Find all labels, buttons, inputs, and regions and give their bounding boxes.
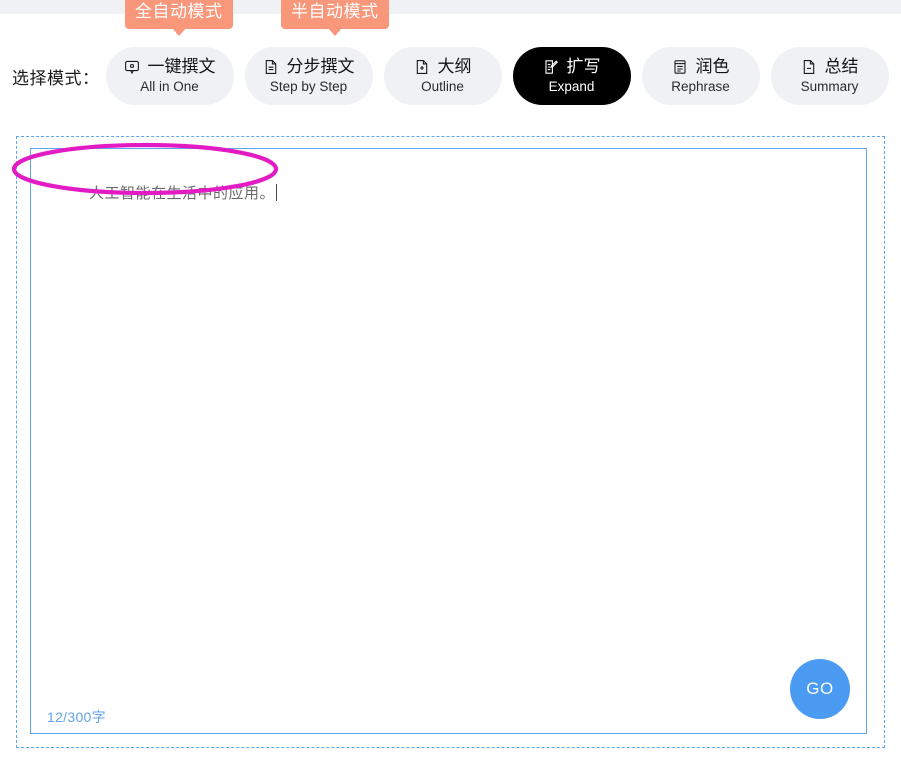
prompt-textarea-value-row: 人工智能在生活中的应用。	[61, 161, 278, 227]
mode-button-outline[interactable]: 大纲 Outline	[383, 47, 502, 105]
mode-button-en-label: Rephrase	[671, 79, 730, 94]
document-minus-icon	[801, 59, 817, 75]
mode-button-line1: 润色	[672, 57, 730, 77]
mode-button-en-label: Expand	[548, 79, 595, 94]
badge-pointer-triangle-icon	[171, 28, 186, 36]
mode-button-zh-label: 总结	[824, 57, 859, 76]
mode-button-zh-label: 润色	[695, 57, 730, 76]
go-button[interactable]: GO	[790, 659, 850, 719]
mode-button-en-label: All in One	[140, 79, 199, 94]
prompt-textarea-value: 人工智能在生活中的应用。	[89, 185, 276, 202]
document-list-icon	[672, 59, 688, 75]
prompt-textarea[interactable]: 人工智能在生活中的应用。 12/300字 GO	[30, 148, 867, 734]
mode-selector-row: 选择模式： 一键撰文 All in One 分步撰文 Step by Step …	[0, 44, 901, 108]
mode-button-en-label: Summary	[800, 79, 859, 94]
mode-button-zh-label: 大纲	[437, 57, 472, 76]
mode-button-line1: 一键撰文	[124, 57, 216, 77]
mode-button-zh-label: 一键撰文	[147, 57, 216, 76]
mode-button-en-label: Outline	[421, 79, 464, 94]
mode-button-all-in-one[interactable]: 一键撰文 All in One	[105, 47, 234, 105]
mode-button-zh-label: 扩写	[566, 57, 601, 76]
mode-button-zh-label: 分步撰文	[286, 57, 355, 76]
mode-selector-label: 选择模式：	[12, 68, 100, 88]
badge-pointer-triangle-icon	[327, 28, 342, 36]
mode-button-en-label: Step by Step	[269, 79, 348, 94]
mode-button-line1: 分步撰文	[263, 57, 355, 77]
character-counter: 12/300字	[47, 709, 106, 725]
document-plus-icon	[414, 59, 430, 75]
text-caret	[276, 184, 278, 201]
mode-button-rephrase[interactable]: 润色 Rephrase	[641, 47, 760, 105]
mode-button-line1: 扩写	[543, 57, 601, 77]
speech-bubble-icon	[124, 59, 140, 75]
mode-button-summary[interactable]: 总结 Summary	[770, 47, 889, 105]
mode-button-line1: 总结	[801, 57, 859, 77]
badge-all-in-one: 全自动模式	[125, 0, 233, 36]
badge-all-in-one-label: 全自动模式	[135, 2, 223, 21]
document-icon	[263, 59, 279, 75]
editor-outer-dashed-frame: 人工智能在生活中的应用。 12/300字 GO	[16, 136, 885, 748]
mode-button-step-by-step[interactable]: 分步撰文 Step by Step	[244, 47, 373, 105]
mode-button-line1: 大纲	[414, 57, 472, 77]
badge-step-by-step-label: 半自动模式	[291, 2, 379, 21]
document-edit-icon	[543, 59, 559, 75]
mode-button-expand[interactable]: 扩写 Expand	[512, 47, 631, 105]
badge-step-by-step: 半自动模式	[281, 0, 389, 36]
